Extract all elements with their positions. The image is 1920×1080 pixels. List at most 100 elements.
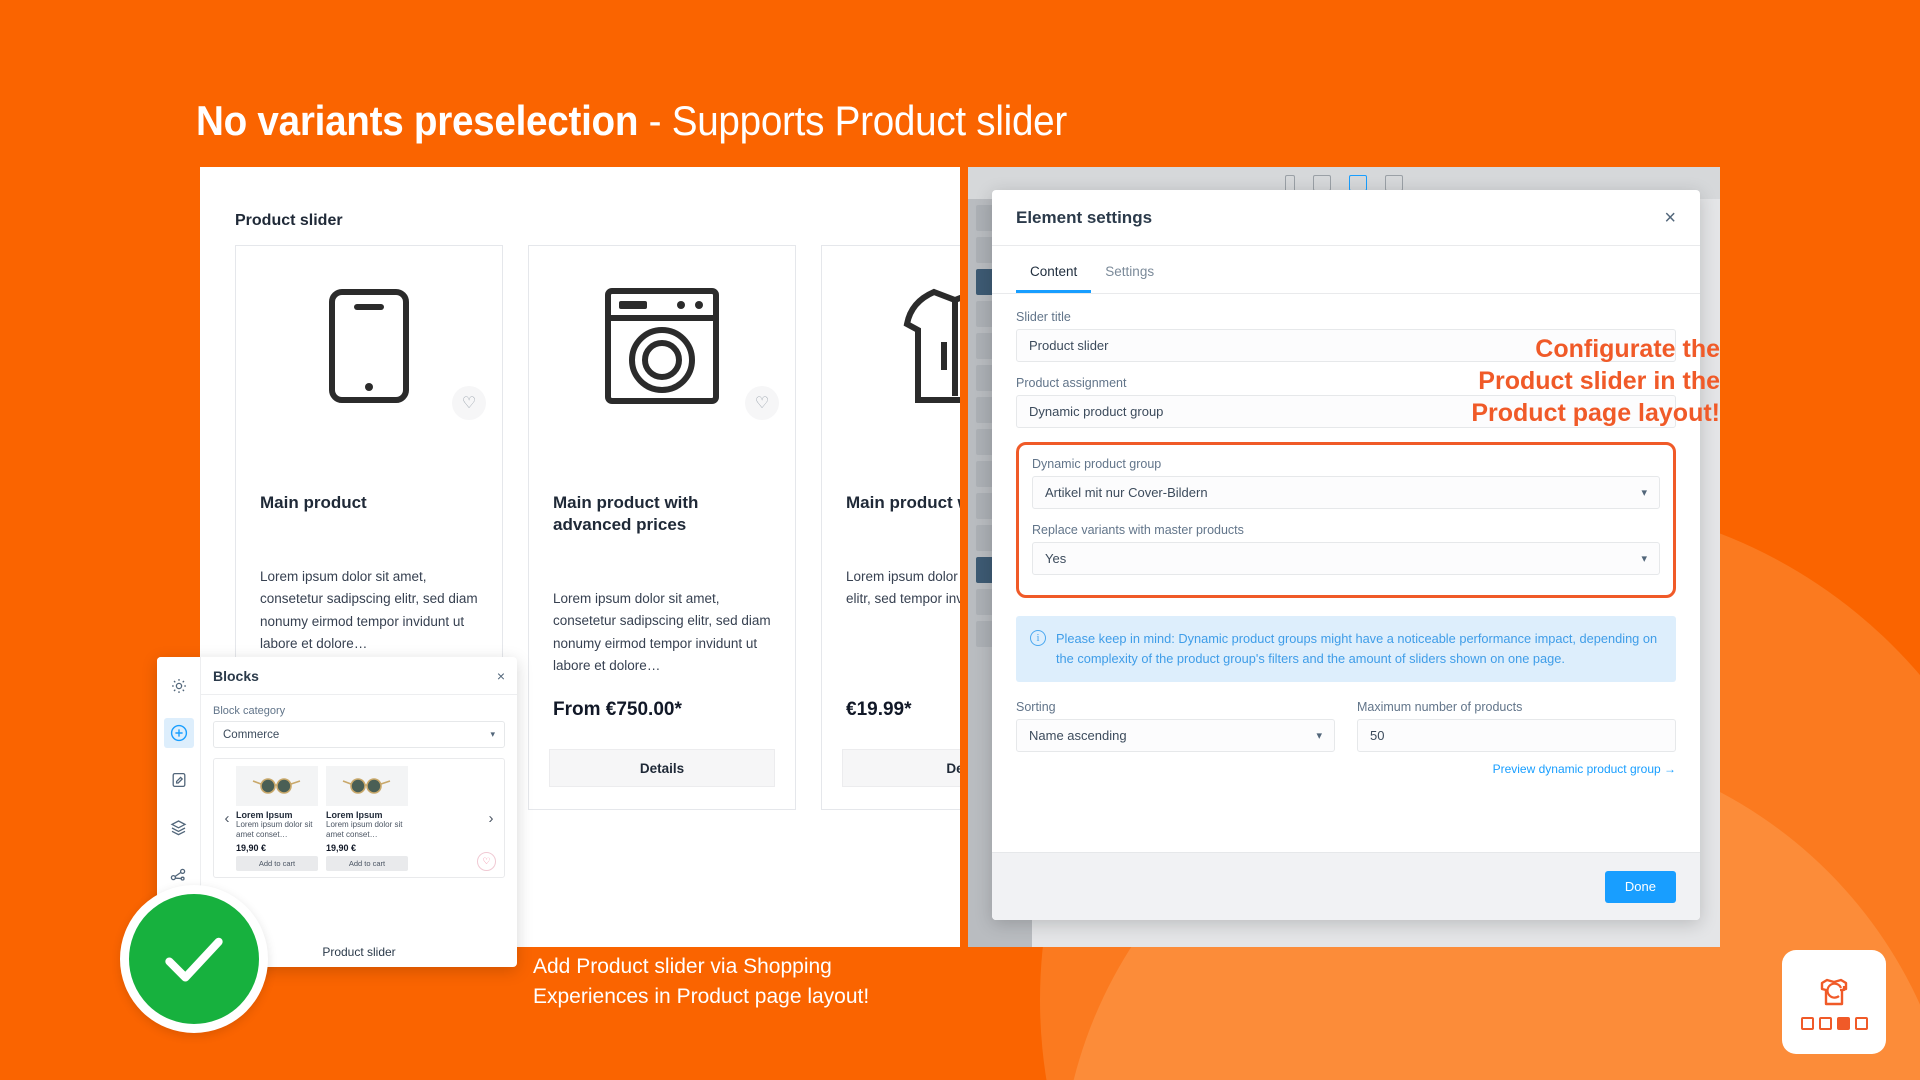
field-value: 50	[1370, 727, 1385, 743]
add-to-cart-button[interactable]: Add to cart	[326, 855, 408, 871]
product-card[interactable]: Main product w Lorem ipsum dolor s sadip…	[821, 245, 960, 810]
bottom-caption: Add Product slider via Shopping Experien…	[533, 952, 933, 1012]
modal-title: Element settings	[1016, 207, 1153, 227]
plus-circle-icon[interactable]	[163, 718, 194, 748]
heart-icon[interactable]: ♡	[745, 386, 779, 420]
sorting-select[interactable]: Name ascending ▾	[1016, 718, 1335, 752]
tab-content[interactable]: Content	[1016, 254, 1092, 293]
sunglasses-icon	[326, 765, 408, 806]
gear-icon[interactable]	[164, 671, 194, 701]
field-replace-variants: Replace variants with master products Ye…	[1032, 523, 1660, 575]
edit-document-icon[interactable]	[164, 765, 194, 795]
modal-footer: Done	[992, 852, 1700, 920]
slider-card-text: Lorem ipsum dolor sit amet conset…	[326, 819, 403, 839]
field-label: Sorting	[1016, 699, 1056, 714]
slider-card-title: Lorem Ipsum	[236, 809, 293, 820]
performance-notice: i Please keep in mind: Dynamic product g…	[1016, 616, 1676, 682]
close-icon[interactable]: ×	[497, 668, 505, 684]
callout-line-1: Configurate the	[1535, 335, 1720, 363]
slider-card-text: Lorem ipsum dolor sit amet conset…	[236, 819, 313, 839]
callout-line-2: Product slider in the	[1478, 367, 1720, 395]
storefront-slider-title: Product slider	[235, 212, 343, 229]
max-products-input[interactable]: 50	[1357, 718, 1676, 752]
jacket-icon	[822, 246, 960, 446]
heart-icon[interactable]: ♡	[477, 852, 496, 871]
field-label: Replace variants with master products	[1032, 523, 1244, 537]
dynamic-product-group-select[interactable]: Artikel mit nur Cover-Bildern ▾	[1032, 476, 1660, 509]
headline-bold: No variants preselection	[196, 97, 639, 144]
product-card[interactable]: ♡ Main product with advanced prices Lore…	[528, 245, 796, 810]
slider-card-list: Lorem Ipsum Lorem ipsum dolor sit amet c…	[236, 765, 482, 871]
slider-prev-arrow[interactable]: ‹	[218, 810, 236, 827]
blocks-title: Blocks	[213, 667, 259, 684]
page-headline: No variants preselection - Supports Prod…	[196, 97, 1067, 145]
app-logo-badge	[1782, 950, 1886, 1054]
info-icon: i	[1030, 630, 1046, 646]
field-label: Maximum number of products	[1357, 699, 1523, 714]
element-settings-modal: Element settings × Content Settings Slid…	[992, 190, 1700, 920]
slider-card[interactable]: Lorem Ipsum Lorem ipsum dolor sit amet c…	[326, 765, 408, 871]
field-value: Product slider	[1029, 338, 1109, 353]
tablet-icon[interactable]	[1313, 175, 1331, 191]
slider-card-price: 19,90 €	[236, 842, 267, 853]
block-category-select[interactable]: Commerce ▾	[213, 721, 505, 748]
product-price: From €750.00*	[553, 699, 682, 720]
slider-card[interactable]: Lorem Ipsum Lorem ipsum dolor sit amet c…	[236, 765, 318, 871]
slider-card-title: Lorem Ipsum	[326, 809, 383, 820]
chevron-down-icon: ▾	[1641, 487, 1647, 499]
logo-square	[1818, 1016, 1832, 1030]
block-preview-slider: ‹ Lorem Ipsum Lorem ipsum dolor sit amet…	[213, 758, 505, 878]
product-name: Main product with advanced prices	[553, 493, 699, 535]
product-price: €19.99*	[846, 699, 912, 720]
product-description: Lorem ipsum dolor sit amet, consetetur s…	[260, 569, 478, 651]
block-category-value: Commerce	[223, 728, 280, 741]
chevron-down-icon: ▾	[1316, 729, 1322, 742]
field-value: Artikel mit nur Cover-Bildern	[1045, 485, 1208, 500]
modal-tabs: Content Settings	[992, 254, 1700, 294]
list-icon[interactable]	[1385, 175, 1403, 191]
logo-square	[1854, 1016, 1868, 1030]
highlighted-settings-group: Dynamic product group Artikel mit nur Co…	[1016, 442, 1676, 598]
callout-line-3: Product page layout!	[1471, 399, 1720, 427]
chevron-down-icon: ▾	[490, 729, 495, 739]
replace-variants-select[interactable]: Yes ▾	[1032, 542, 1660, 575]
close-icon[interactable]: ×	[1664, 208, 1676, 228]
product-name: Main product	[260, 493, 367, 512]
notice-text: Please keep in mind: Dynamic product gro…	[1056, 631, 1658, 666]
field-max-products: Maximum number of products 50	[1357, 700, 1676, 752]
blocks-body: Block category Commerce ▾ ‹ Lorem Ipsum …	[201, 695, 517, 888]
field-value: Dynamic product group	[1029, 404, 1164, 419]
field-value: Name ascending	[1029, 727, 1127, 743]
field-label: Dynamic product group	[1032, 457, 1162, 471]
blocks-header: Blocks ×	[201, 657, 517, 695]
layers-icon[interactable]	[164, 812, 194, 842]
product-details-button[interactable]: Details	[549, 749, 775, 787]
product-description: Lorem ipsum dolor sit amet, consetetur s…	[553, 591, 771, 673]
tshirt-rotate-icon	[1814, 975, 1854, 1011]
product-description: Lorem ipsum dolor s sadipscing elitr, se…	[846, 569, 960, 607]
field-label: Slider title	[1016, 310, 1071, 324]
desktop-icon[interactable]	[1349, 175, 1367, 191]
done-button[interactable]: Done	[1604, 870, 1676, 903]
caption-line-2: Experiences in Product page layout!	[533, 984, 870, 1008]
check-badge	[120, 885, 268, 1033]
logo-square	[1800, 1016, 1814, 1030]
slider-next-arrow[interactable]: ›	[482, 810, 500, 827]
headline-rest: - Supports Product slider	[638, 97, 1068, 144]
check-icon	[165, 937, 223, 982]
add-to-cart-button[interactable]: Add to cart	[236, 855, 318, 871]
heart-icon[interactable]: ♡	[452, 386, 486, 420]
preview-dynamic-product-group-link[interactable]: Preview dynamic product group →	[1016, 762, 1676, 776]
field-sorting: Sorting Name ascending ▾	[1016, 700, 1335, 752]
block-category-label: Block category	[213, 705, 286, 717]
logo-square-check	[1836, 1016, 1850, 1030]
tab-settings[interactable]: Settings	[1091, 254, 1168, 293]
slider-card-price: 19,90 €	[326, 842, 357, 853]
mobile-icon[interactable]	[1285, 174, 1295, 192]
callout-annotation: Configurate the Product slider in the Pr…	[1420, 333, 1720, 429]
logo-square-row	[1800, 1016, 1868, 1030]
product-details-button[interactable]: De	[842, 749, 960, 787]
field-value: Yes	[1045, 551, 1067, 566]
modal-header: Element settings ×	[992, 190, 1700, 246]
sunglasses-icon	[236, 765, 318, 806]
